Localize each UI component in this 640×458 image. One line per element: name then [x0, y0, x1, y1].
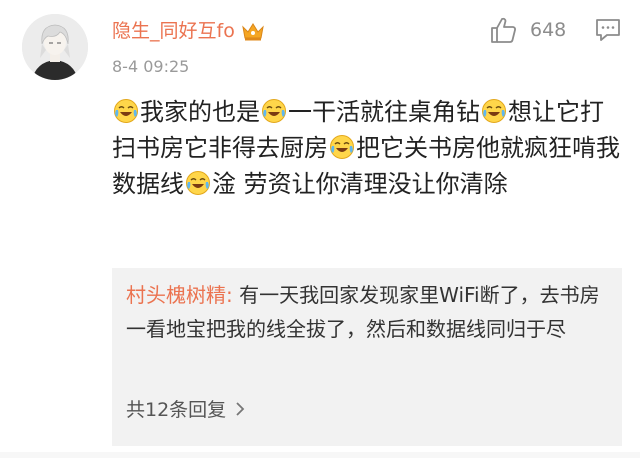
chevron-right-icon [234, 400, 246, 416]
reply-author[interactable]: 村头槐树精: [126, 283, 233, 307]
body-segment-5: 淦 劳资让你清理没让你清除 [212, 170, 508, 198]
username-row: 隐生_同好互fo [112, 17, 265, 45]
comment-timestamp: 8-4 09:25 [112, 57, 190, 76]
crown-icon [241, 21, 265, 41]
avatar[interactable] [22, 14, 88, 80]
laugh-cry-emoji-icon [481, 98, 507, 124]
weibo-comment: 隐生_同好互fo 8-4 09:25 648 我家的也是 一干活就往桌角钻 想让… [0, 0, 640, 458]
laugh-cry-emoji-icon [185, 170, 211, 196]
username[interactable]: 隐生_同好互fo [112, 17, 235, 45]
laugh-cry-emoji-icon [113, 98, 139, 124]
body-segment-2: 一干活就往桌角钻 [288, 98, 480, 126]
laugh-cry-emoji-icon [261, 98, 287, 124]
more-replies-link[interactable]: 共12条回复 [126, 394, 246, 422]
thumb-up-icon [488, 15, 518, 45]
comment-icon[interactable] [595, 18, 621, 42]
laugh-cry-emoji-icon [329, 134, 355, 160]
reply-preview[interactable]: 村头槐树精: 有一天我回家发现家里WiFi断了，去书房一看地宝把我的线全拔了，然… [112, 268, 622, 446]
body-segment-1: 我家的也是 [140, 98, 260, 126]
divider [0, 452, 640, 458]
avatar-image [22, 14, 88, 80]
like-button[interactable]: 648 [488, 14, 566, 46]
more-replies-label: 共12条回复 [126, 398, 227, 421]
reply-content: 村头槐树精: 有一天我回家发现家里WiFi断了，去书房一看地宝把我的线全拔了，然… [126, 278, 612, 346]
like-count: 648 [530, 19, 567, 41]
comment-body: 我家的也是 一干活就往桌角钻 想让它打扫书房它非得去厨房 把它关书房他就疯狂啃我数据线… [112, 94, 622, 202]
